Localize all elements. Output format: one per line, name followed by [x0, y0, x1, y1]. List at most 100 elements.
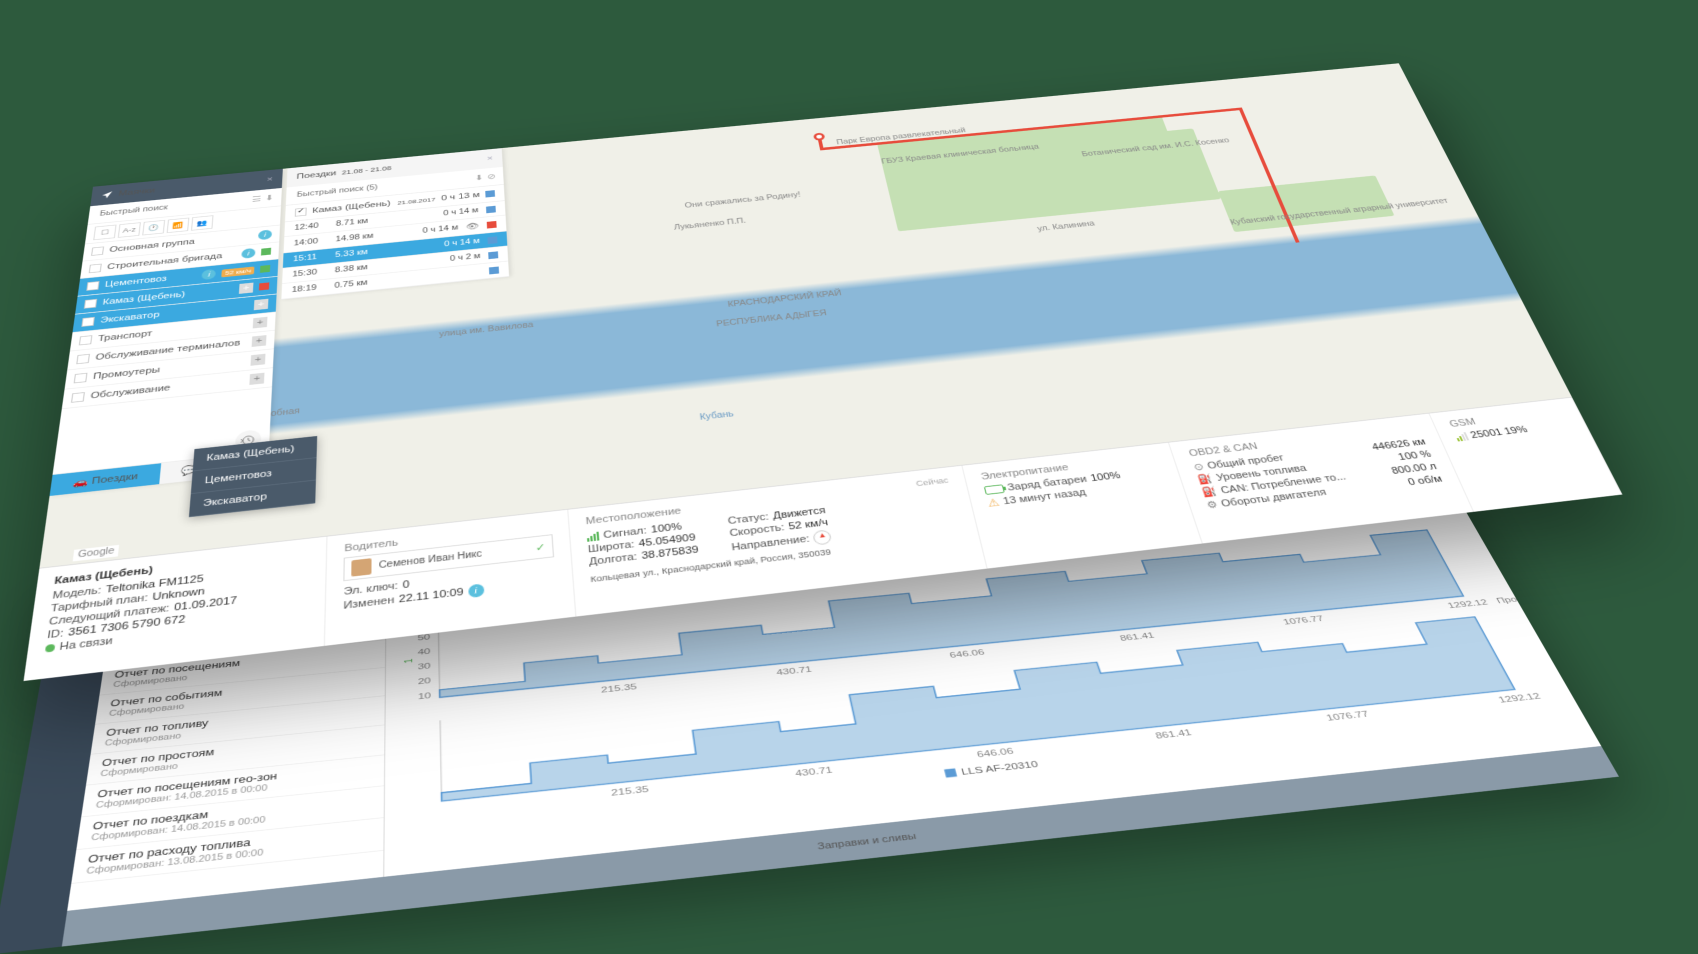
plus-icon[interactable]: + [252, 335, 267, 347]
online-dot-icon [45, 644, 55, 653]
signal-icon [587, 532, 600, 542]
svg-text:1076.77: 1076.77 [1325, 710, 1371, 724]
svg-text:LLS AF-20310: LLS AF-20310 [960, 760, 1040, 778]
fuel-icon: ⛽ [1196, 473, 1214, 486]
trips-title: Поездки [296, 169, 336, 180]
checkbox[interactable] [74, 373, 88, 384]
checkbox[interactable] [295, 208, 307, 217]
info-icon[interactable]: i [468, 583, 484, 598]
svg-text:10: 10 [418, 691, 432, 702]
download-icon[interactable]: ⬇ [475, 173, 484, 182]
trip-time: 12:40 [294, 221, 328, 232]
svg-text:30: 30 [418, 662, 432, 672]
trip-duration: 0 ч 14 м [443, 207, 479, 218]
list-view-icon[interactable]: ☰ [251, 194, 261, 203]
plus-icon[interactable]: + [239, 283, 254, 294]
sort-tool[interactable]: A-z [118, 222, 141, 237]
svg-text:646.06: 646.06 [949, 648, 987, 660]
close-icon[interactable]: × [487, 155, 493, 163]
checkbox[interactable] [86, 281, 99, 291]
compass-icon [813, 529, 833, 545]
download-icon[interactable]: ⬇ [265, 193, 274, 202]
trips-dates: 21.08 - 21.08 [342, 165, 392, 176]
battery-icon [983, 484, 1004, 495]
svg-text:861.41: 861.41 [1154, 728, 1194, 741]
trip-distance: 5.33 км [335, 247, 384, 259]
color-square [485, 190, 495, 197]
plus-icon[interactable]: + [249, 373, 264, 385]
trip-time: 15:11 [293, 252, 328, 263]
trip-time: 14:00 [294, 237, 328, 248]
beacons-title: Маячки [118, 187, 155, 198]
checkbox[interactable] [81, 317, 94, 327]
color-square [260, 265, 270, 273]
trip-duration: 0 ч 2 м [450, 252, 481, 263]
svg-text:40: 40 [418, 647, 432, 657]
filter-icon[interactable]: ⊘ [487, 172, 496, 181]
checkbox[interactable] [71, 392, 85, 403]
color-square [488, 251, 498, 259]
signal-tool[interactable]: 📶 [167, 218, 190, 233]
trip-duration: 0 ч 14 м [422, 224, 458, 235]
map-label: улица им. Вавилова [439, 321, 534, 339]
chevron-down-icon: ✓ [535, 541, 546, 554]
close-icon[interactable]: × [267, 175, 274, 183]
location-icon [101, 191, 114, 200]
svg-text:20: 20 [418, 676, 432, 686]
plus-icon[interactable]: + [254, 299, 269, 310]
color-square [489, 266, 499, 274]
avatar-icon [352, 558, 372, 577]
trip-distance: 0.75 км [334, 277, 384, 290]
svg-text:861.41: 861.41 [1119, 631, 1157, 643]
checkbox[interactable] [76, 354, 90, 364]
svg-text:1: 1 [403, 657, 416, 663]
info-icon[interactable]: i [258, 229, 272, 240]
map-label: КРАСНОДАРСКИЙ КРАЙ [727, 290, 842, 310]
vehicle-context-menu: Камаз (Щебень)ЦементовозЭкскаватор [189, 436, 317, 517]
color-square [259, 282, 269, 290]
svg-text:1292.12: 1292.12 [1446, 598, 1489, 610]
checkbox-tool[interactable]: ☐ [93, 225, 116, 241]
clock-tool[interactable]: 🕐 [142, 220, 165, 235]
info-icon[interactable]: i [202, 269, 217, 280]
svg-text:430.71: 430.71 [776, 665, 813, 678]
info-icon[interactable]: i [241, 248, 255, 259]
checkbox[interactable] [84, 299, 97, 309]
color-square [487, 236, 497, 244]
trip-distance: 8.38 км [335, 262, 384, 275]
plus-icon[interactable]: + [253, 317, 268, 329]
map-label: ул. Калинина [1037, 220, 1096, 233]
svg-text:215.35: 215.35 [601, 682, 638, 695]
gauge-icon: ⊙ [1192, 461, 1205, 473]
trips-panel: Поездки 21.08 - 21.08 × ⬇ ⊘ Камаз (Щебен… [281, 148, 509, 299]
svg-text:430.71: 430.71 [794, 766, 833, 780]
map-label: Кубань [699, 410, 734, 422]
svg-text:Пробег, км: Пробег, км [1495, 592, 1552, 606]
signal-icon [1454, 432, 1469, 441]
people-tool[interactable]: 👥 [191, 215, 213, 230]
checkbox[interactable] [89, 264, 102, 274]
trip-time: 15:30 [292, 268, 327, 279]
color-square [261, 248, 271, 256]
speed-tag: 52 км/ч [222, 266, 255, 277]
checkbox[interactable] [79, 335, 93, 345]
svg-text:1292.12: 1292.12 [1497, 692, 1543, 706]
color-square [486, 205, 496, 213]
trip-distance: 14.98 км [335, 231, 384, 243]
warning-icon: ⚠ [986, 496, 1000, 509]
map-label: Лукьяненко П.П. [673, 217, 746, 231]
gear-icon: ⚙ [1205, 499, 1219, 511]
fuel-icon: ⛽ [1201, 486, 1219, 499]
plus-icon[interactable]: + [250, 354, 265, 366]
trip-distance: 8.71 км [336, 216, 384, 228]
trip-duration: 0 ч 14 м [444, 237, 480, 248]
color-square [487, 221, 497, 229]
trip-time: 18:19 [292, 283, 327, 294]
svg-text:646.06: 646.06 [976, 747, 1016, 761]
svg-text:215.35: 215.35 [611, 785, 650, 799]
map-label: РЕСПУБЛИКА АДЫГЕЯ [716, 309, 828, 328]
checkbox[interactable] [91, 246, 104, 255]
svg-text:1076.77: 1076.77 [1282, 615, 1325, 628]
map-label: Они сражались за Родину! [684, 191, 801, 210]
eye-icon: 👁 [466, 221, 480, 231]
